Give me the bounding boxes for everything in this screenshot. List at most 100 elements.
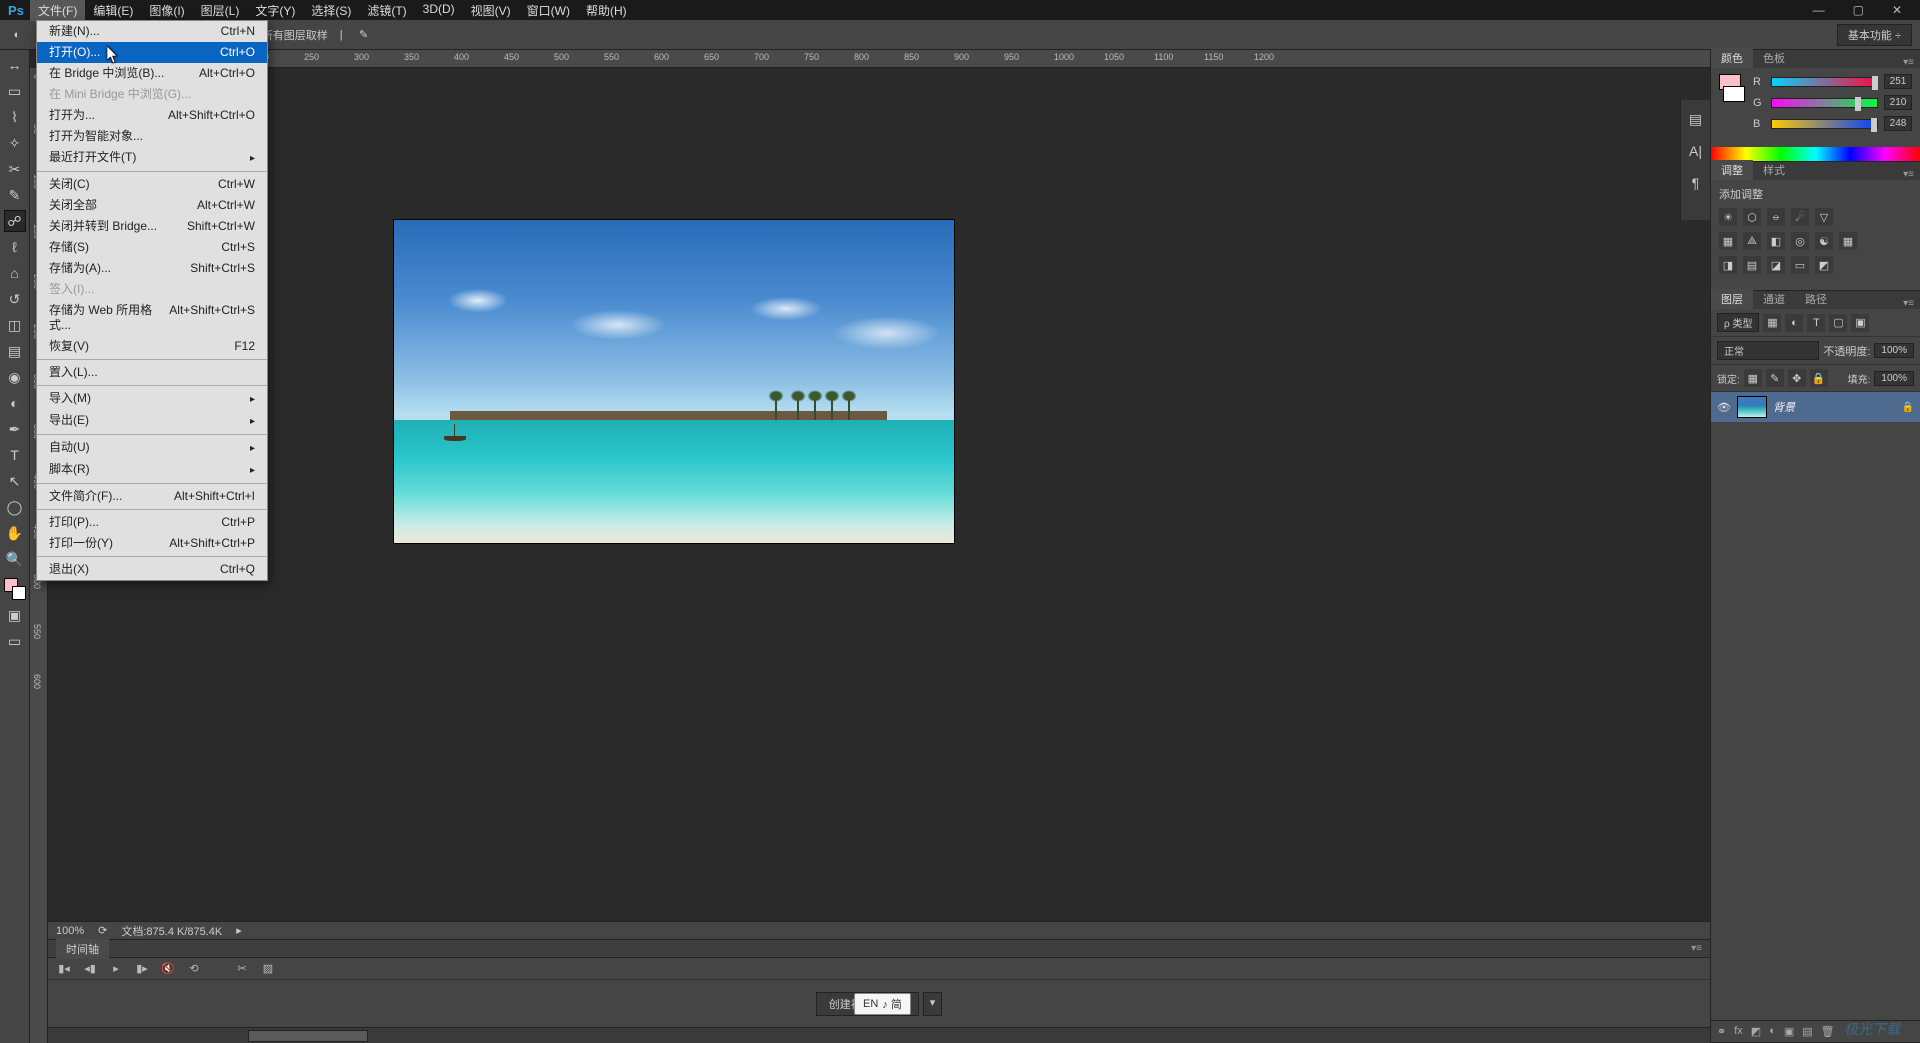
file-menu-item[interactable]: 存储为 Web 所用格式...Alt+Shift+Ctrl+S bbox=[37, 300, 267, 336]
file-menu-item[interactable]: 文件简介(F)...Alt+Shift+Ctrl+I bbox=[37, 486, 267, 507]
file-menu-item[interactable]: 置入(L)... bbox=[37, 362, 267, 383]
play-icon[interactable]: ▸ bbox=[108, 962, 124, 975]
file-menu-item[interactable]: 关闭全部Alt+Ctrl+W bbox=[37, 195, 267, 216]
hue-icon[interactable]: ▦ bbox=[1719, 232, 1737, 250]
filter-smart-icon[interactable]: ▣ bbox=[1851, 314, 1869, 332]
b-slider[interactable] bbox=[1771, 119, 1878, 129]
levels-icon[interactable]: ⬡ bbox=[1743, 208, 1761, 226]
menu-3[interactable]: 图层(L) bbox=[193, 0, 248, 21]
file-menu-item[interactable]: 打开为智能对象... bbox=[37, 126, 267, 147]
mask-icon[interactable]: ◩ bbox=[1751, 1025, 1761, 1038]
canvas-viewport[interactable] bbox=[48, 68, 1710, 921]
split-icon[interactable]: ✂ bbox=[234, 962, 250, 975]
tab-adjustments[interactable]: 调整 bbox=[1711, 160, 1753, 180]
opacity-input[interactable]: 100% bbox=[1874, 343, 1914, 358]
menu-10[interactable]: 帮助(H) bbox=[578, 0, 635, 21]
vibrance-icon[interactable]: ▽ bbox=[1815, 208, 1833, 226]
tool-preset-icon[interactable]: ◐ bbox=[8, 26, 26, 44]
panel-menu-icon[interactable]: ▾≡ bbox=[1897, 298, 1920, 309]
character-panel-icon[interactable]: A| bbox=[1685, 140, 1707, 162]
lock-pos-icon[interactable]: ✥ bbox=[1788, 369, 1806, 387]
tab-styles[interactable]: 样式 bbox=[1753, 160, 1795, 180]
file-menu-item[interactable]: 导入(M) bbox=[37, 388, 267, 410]
eraser-tool[interactable]: ◫ bbox=[4, 314, 26, 336]
file-menu-item[interactable]: 在 Bridge 中浏览(B)...Alt+Ctrl+O bbox=[37, 63, 267, 84]
bw-icon[interactable]: ◧ bbox=[1767, 232, 1785, 250]
gradient-tool[interactable]: ▤ bbox=[4, 340, 26, 362]
quickmask-tool[interactable]: ▣ bbox=[4, 604, 26, 626]
filter-type-icon[interactable]: T bbox=[1807, 314, 1825, 332]
file-menu-item[interactable]: 关闭(C)Ctrl+W bbox=[37, 174, 267, 195]
filter-adj-icon[interactable]: ◐ bbox=[1785, 314, 1803, 332]
file-menu-item[interactable]: 恢复(V)F12 bbox=[37, 336, 267, 357]
tab-paths[interactable]: 路径 bbox=[1795, 289, 1837, 309]
transition-icon[interactable]: ▨ bbox=[260, 962, 276, 975]
lock-pixel-icon[interactable]: ✎ bbox=[1766, 369, 1784, 387]
color-swatches[interactable] bbox=[4, 578, 26, 600]
curves-icon[interactable]: ⦵ bbox=[1767, 208, 1785, 226]
menu-1[interactable]: 编辑(E) bbox=[85, 0, 141, 21]
fx-icon[interactable]: fx bbox=[1734, 1025, 1743, 1038]
layer-row[interactable]: 👁 背景 🔒 bbox=[1711, 392, 1920, 422]
file-menu-item[interactable]: 打开(O)...Ctrl+O bbox=[37, 42, 267, 63]
brightness-icon[interactable]: ☀ bbox=[1719, 208, 1737, 226]
maximize-button[interactable]: ▢ bbox=[1847, 3, 1870, 17]
menu-5[interactable]: 选择(S) bbox=[303, 0, 359, 21]
file-menu-item[interactable]: 关闭并转到 Bridge...Shift+Ctrl+W bbox=[37, 216, 267, 237]
shape-tool[interactable]: ◯ bbox=[4, 496, 26, 518]
delete-layer-icon[interactable]: 🗑 bbox=[1821, 1025, 1835, 1038]
new-group-icon[interactable]: ▣ bbox=[1784, 1025, 1794, 1038]
blend-mode-select[interactable]: 正常 bbox=[1717, 341, 1819, 360]
link-layers-icon[interactable]: ⚭ bbox=[1717, 1025, 1726, 1038]
path-tool[interactable]: ↖ bbox=[4, 470, 26, 492]
lock-all-icon[interactable]: 🔒 bbox=[1810, 369, 1828, 387]
file-menu-item[interactable]: 新建(N)...Ctrl+N bbox=[37, 21, 267, 42]
threshold-icon[interactable]: ◪ bbox=[1767, 256, 1785, 274]
color-swatch-pair[interactable] bbox=[1719, 74, 1745, 137]
wand-tool[interactable]: ✧ bbox=[4, 132, 26, 154]
brush-tool[interactable]: ℓ bbox=[4, 236, 26, 258]
status-refresh-icon[interactable]: ⟳ bbox=[98, 924, 107, 937]
history-brush-tool[interactable]: ↺ bbox=[4, 288, 26, 310]
timeline-type-dropdown[interactable]: ▾ bbox=[923, 992, 943, 1016]
r-slider[interactable] bbox=[1771, 77, 1878, 87]
minimize-button[interactable]: — bbox=[1807, 3, 1831, 17]
menu-2[interactable]: 图像(I) bbox=[141, 0, 192, 21]
tab-swatches[interactable]: 色板 bbox=[1753, 48, 1795, 68]
pressure-icon[interactable]: ✎ bbox=[355, 26, 373, 44]
selective-icon[interactable]: ◩ bbox=[1815, 256, 1833, 274]
zoom-tool[interactable]: 🔍 bbox=[4, 548, 26, 570]
type-tool[interactable]: T bbox=[4, 444, 26, 466]
step-fwd-icon[interactable]: ▮▸ bbox=[134, 962, 150, 975]
file-menu-item[interactable]: 打印(P)...Ctrl+P bbox=[37, 512, 267, 533]
file-menu-item[interactable]: 退出(X)Ctrl+Q bbox=[37, 559, 267, 580]
dodge-tool[interactable]: ◐ bbox=[4, 392, 26, 414]
menu-6[interactable]: 滤镜(T) bbox=[359, 0, 414, 21]
panel-menu-icon[interactable]: ▾≡ bbox=[1897, 57, 1920, 68]
crop-tool[interactable]: ✂ bbox=[4, 158, 26, 180]
g-slider[interactable] bbox=[1771, 98, 1878, 108]
exposure-icon[interactable]: ☄ bbox=[1791, 208, 1809, 226]
pen-tool[interactable]: ✒ bbox=[4, 418, 26, 440]
tab-layers[interactable]: 图层 bbox=[1711, 289, 1753, 309]
timeline-tab[interactable]: 时间轴 bbox=[56, 939, 109, 959]
lock-trans-icon[interactable]: ▦ bbox=[1744, 369, 1762, 387]
spectrum-ramp[interactable] bbox=[1711, 147, 1920, 161]
step-back-icon[interactable]: ◂▮ bbox=[82, 962, 98, 975]
menu-7[interactable]: 3D(D) bbox=[415, 0, 463, 21]
paragraph-panel-icon[interactable]: ¶ bbox=[1685, 172, 1707, 194]
colorbal-icon[interactable]: ⟁ bbox=[1743, 232, 1761, 250]
move-tool[interactable]: ↔ bbox=[4, 54, 26, 76]
file-menu-item[interactable]: 打开为...Alt+Shift+Ctrl+O bbox=[37, 105, 267, 126]
workspace-switcher[interactable]: 基本功能 ÷ bbox=[1837, 24, 1912, 46]
file-menu-item[interactable]: 打印一份(Y)Alt+Shift+Ctrl+P bbox=[37, 533, 267, 554]
stamp-tool[interactable]: ⌂ bbox=[4, 262, 26, 284]
gradmap-icon[interactable]: ▭ bbox=[1791, 256, 1809, 274]
hand-tool[interactable]: ✋ bbox=[4, 522, 26, 544]
close-button[interactable]: ✕ bbox=[1886, 3, 1908, 17]
layer-filter-type[interactable]: ρ 类型 bbox=[1717, 313, 1759, 332]
blur-tool[interactable]: ◉ bbox=[4, 366, 26, 388]
menu-4[interactable]: 文字(Y) bbox=[247, 0, 303, 21]
visibility-icon[interactable]: 👁 bbox=[1717, 401, 1731, 414]
file-menu-item[interactable]: 自动(U) bbox=[37, 437, 267, 459]
